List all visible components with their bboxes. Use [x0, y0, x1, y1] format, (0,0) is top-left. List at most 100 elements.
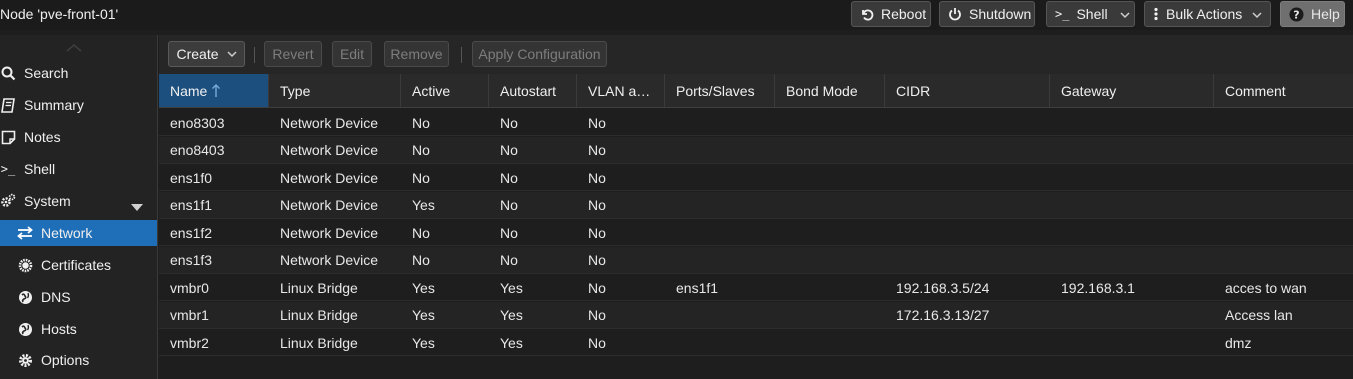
scroll-up-icon[interactable]	[64, 40, 84, 52]
cell-gateway	[1050, 192, 1214, 219]
sidebar-item-summary[interactable]: Summary	[0, 92, 157, 118]
question-circle-icon: ?	[1289, 7, 1304, 22]
shell-button[interactable]: >_ Shell	[1046, 1, 1135, 27]
sidebar-item-dns[interactable]: DNS	[0, 284, 157, 310]
undo-icon	[860, 7, 874, 21]
table-row[interactable]: ens1f0 Network Device No No No	[159, 164, 1353, 191]
remove-button[interactable]: Remove	[384, 41, 449, 67]
cell-bond-mode	[775, 329, 885, 356]
sidebar-item-label: System	[24, 193, 71, 209]
cell-cidr	[885, 109, 1050, 136]
chevron-down-icon	[226, 50, 237, 58]
gear-icon	[17, 352, 33, 368]
column-header-gateway[interactable]: Gateway	[1050, 74, 1214, 107]
cell-name: ens1f0	[170, 169, 213, 186]
cell-bond-mode	[775, 302, 885, 329]
sidebar-item-system[interactable]: System	[0, 188, 157, 214]
sidebar-item-search[interactable]: Search	[0, 60, 157, 86]
cell-cidr	[885, 329, 1050, 356]
table-row[interactable]: ens1f1 Network Device Yes No No	[159, 191, 1353, 219]
column-header-type[interactable]: Type	[269, 74, 401, 107]
toolbar-separator	[461, 47, 462, 63]
cell-comment	[1214, 192, 1353, 219]
globe-icon	[17, 289, 33, 305]
table-row[interactable]: eno8403 Network Device No No No	[159, 136, 1353, 164]
cell-vlan-aware: No	[588, 169, 606, 186]
sidebar-item-notes[interactable]: Notes	[0, 124, 157, 150]
sidebar-item-certificates[interactable]: Certificates	[0, 252, 157, 278]
cell-comment: Access lan	[1225, 307, 1293, 323]
column-header-comment[interactable]: Comment	[1214, 74, 1353, 107]
column-header-autostart[interactable]: Autostart	[489, 74, 577, 107]
cell-cidr	[885, 192, 1050, 219]
cell-name: vmbr1	[170, 307, 209, 323]
cell-active: No	[412, 114, 430, 131]
chevron-down-icon	[1252, 6, 1262, 22]
column-header-name[interactable]: Name	[159, 74, 269, 107]
cell-comment	[1214, 137, 1353, 164]
sidebar-item-hosts[interactable]: Hosts	[0, 316, 157, 342]
column-header-vlan-aware[interactable]: VLAN a…	[577, 74, 665, 107]
cell-autostart: No	[500, 142, 518, 158]
shell-label: Shell	[1076, 6, 1108, 22]
cell-bond-mode	[775, 164, 885, 191]
column-header-cidr[interactable]: CIDR	[885, 74, 1050, 107]
cell-active: No	[412, 224, 430, 241]
column-header-active[interactable]: Active	[401, 74, 489, 107]
table-row[interactable]: vmbr0 Linux Bridge Yes Yes No ens1f1 192.168.3…	[159, 274, 1353, 301]
create-button[interactable]: Create	[168, 41, 245, 67]
reboot-button[interactable]: Reboot	[851, 1, 931, 27]
cell-active: Yes	[412, 279, 435, 296]
shutdown-label: Shutdown	[969, 6, 1032, 22]
cell-active: No	[412, 252, 430, 268]
sidebar-item-label: Summary	[24, 97, 84, 113]
edit-button[interactable]: Edit	[332, 41, 372, 67]
cell-gateway	[1050, 164, 1214, 191]
help-label: Help	[1311, 6, 1340, 22]
cell-cidr	[885, 219, 1050, 246]
column-header-label: Ports/Slaves	[676, 82, 755, 99]
table-row[interactable]: ens1f3 Network Device No No No	[159, 246, 1353, 274]
sidebar-item-label: DNS	[41, 289, 71, 305]
toolbar-separator	[254, 47, 255, 63]
sort-ascending-icon	[211, 83, 221, 98]
column-header-label: Bond Mode	[786, 82, 858, 99]
cell-gateway	[1050, 137, 1214, 164]
sidebar-item-network[interactable]: Network	[0, 220, 157, 246]
column-header-bond-mode[interactable]: Bond Mode	[775, 74, 885, 107]
node-title: Node 'pve-front-01'	[0, 6, 119, 22]
bulk-actions-button[interactable]: Bulk Actions	[1144, 1, 1271, 27]
column-header-label: Autostart	[500, 82, 557, 99]
help-button[interactable]: ? Help	[1280, 1, 1345, 27]
apply-configuration-button[interactable]: Apply Configuration	[472, 41, 607, 67]
table-row[interactable]: vmbr1 Linux Bridge Yes Yes No 172.16.3.13/27 A…	[159, 301, 1353, 329]
revert-label: Revert	[272, 46, 314, 62]
shutdown-button[interactable]: Shutdown	[939, 1, 1035, 27]
search-icon	[0, 65, 16, 81]
table-row[interactable]: vmbr2 Linux Bridge Yes Yes No dmz	[159, 329, 1353, 356]
cell-bond-mode	[775, 274, 885, 301]
cell-name: ens1f1	[170, 197, 213, 213]
cell-active: Yes	[412, 334, 435, 351]
cell-cidr: 172.16.3.13/27	[896, 307, 990, 323]
cell-type: Network Device	[280, 252, 379, 268]
cell-vlan-aware: No	[588, 142, 606, 158]
sidebar-item-shell[interactable]: >_ Shell	[0, 156, 157, 182]
cell-bond-mode	[775, 247, 885, 274]
chevron-down-icon[interactable]	[1120, 6, 1130, 22]
cell-bond-mode	[775, 109, 885, 136]
revert-button[interactable]: Revert	[264, 41, 322, 67]
table-row[interactable]: ens1f2 Network Device No No No	[159, 219, 1353, 246]
column-header-ports-slaves[interactable]: Ports/Slaves	[665, 74, 775, 107]
cell-gateway	[1050, 329, 1214, 356]
network-grid: Name Type Active Autostart VLAN a… Ports…	[159, 74, 1353, 379]
top-header: Node 'pve-front-01' Reboot Shutdown >_ S…	[0, 0, 1353, 30]
caret-down-icon[interactable]	[131, 198, 143, 214]
cell-comment	[1214, 164, 1353, 191]
column-header-label: VLAN a…	[588, 82, 651, 99]
globe-icon	[17, 321, 33, 337]
cell-ports-slaves	[665, 109, 775, 136]
apply-configuration-label: Apply Configuration	[478, 46, 601, 62]
table-row[interactable]: eno8303 Network Device No No No	[159, 109, 1353, 136]
sidebar-item-options[interactable]: Options	[0, 347, 157, 373]
